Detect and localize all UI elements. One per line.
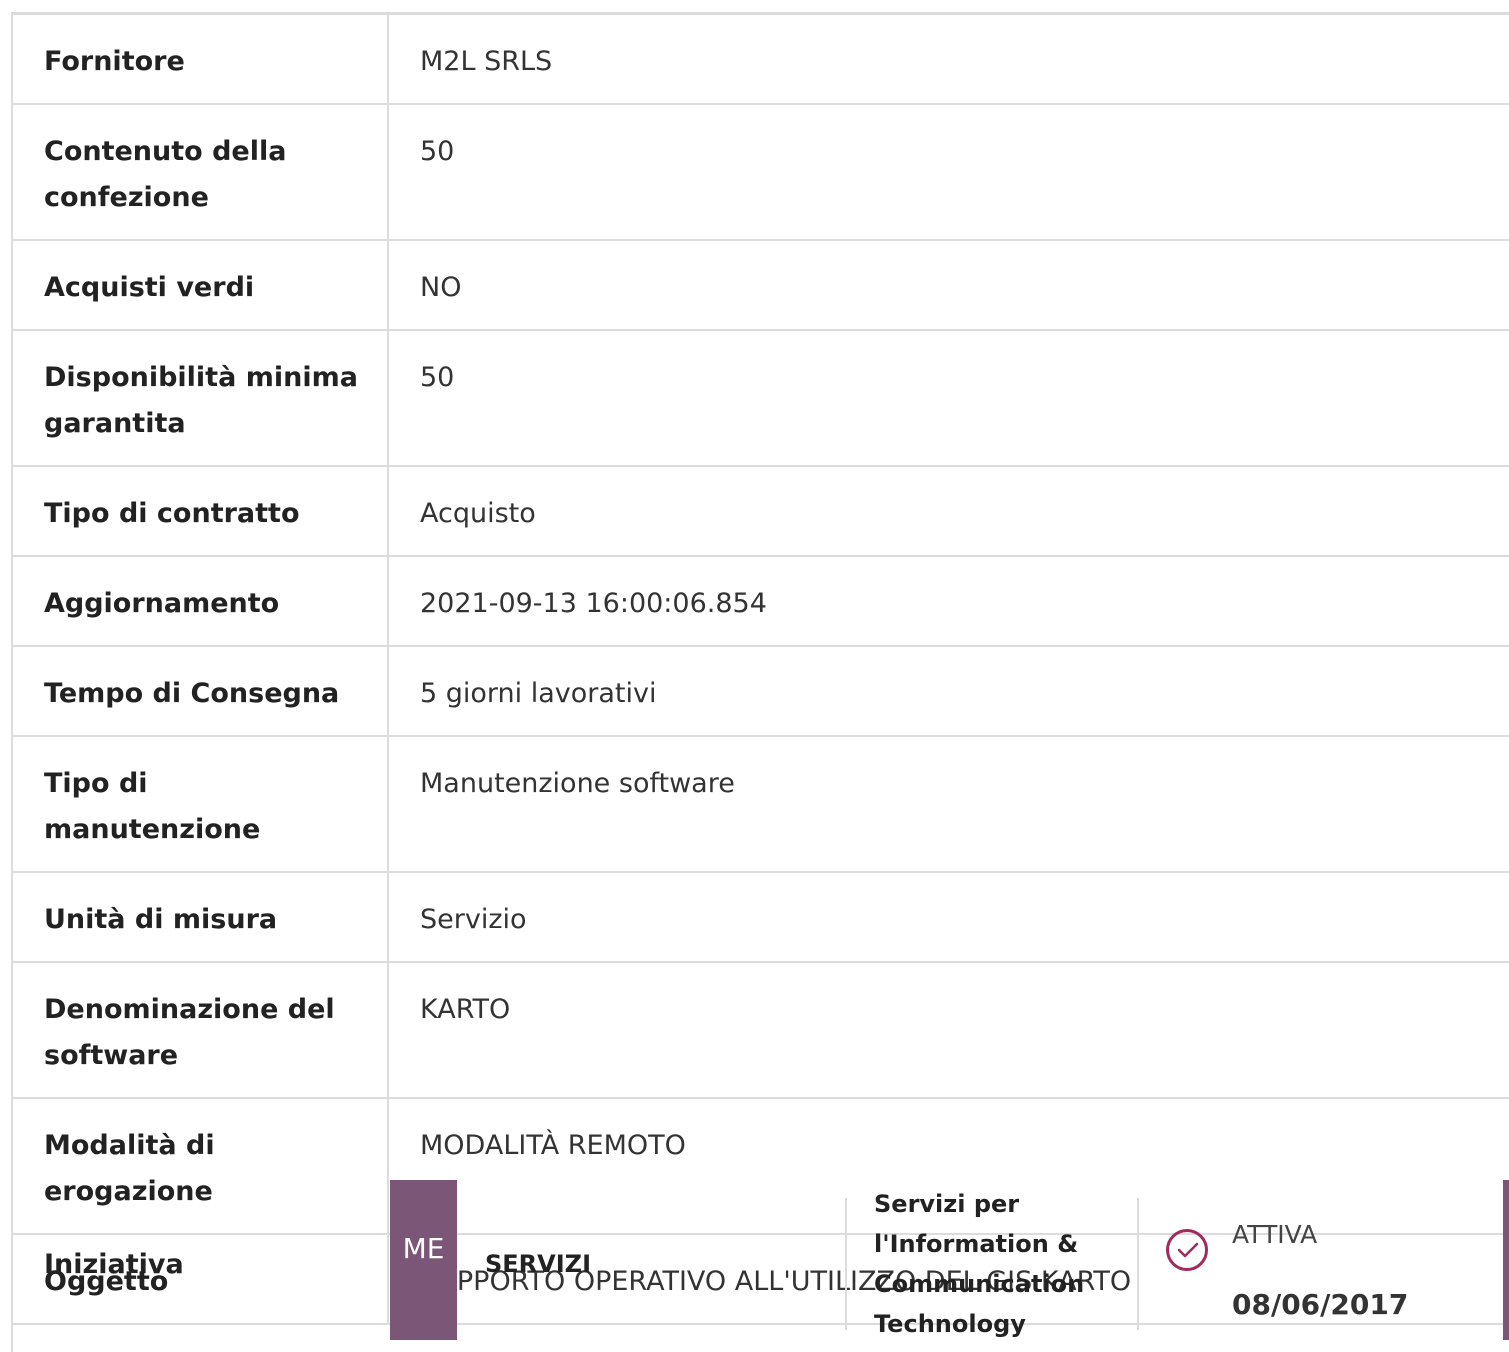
row-value-unita-misura: Servizio [388,872,1509,963]
table-row: Fornitore M2L SRLS [13,15,1509,105]
row-value-tempo-consegna: 5 giorni lavorativi [388,646,1509,737]
table-row: Tipo di manutenzione Manutenzione softwa… [13,736,1509,873]
table-row: Tipo di contratto Acquisto [13,466,1509,557]
initiative-row: Iniziativa ME SERVIZI Servizi per l'Info… [13,1180,1509,1340]
row-label-tempo-consegna: Tempo di Consegna [13,646,389,737]
row-label-tipo-contratto: Tipo di contratto [13,466,389,557]
row-label-contenuto: Contenuto della confezione [13,104,389,241]
table-row: Unità di misura Servizio [13,872,1509,963]
initiative-badge: ME [390,1180,457,1340]
table-row: Denominazione del software KARTO [13,962,1509,1099]
row-label-tipo-manutenzione: Tipo di manutenzione [13,736,389,873]
product-details-table: Fornitore M2L SRLS Contenuto della confe… [13,15,1509,1325]
row-value-aggiornamento: 2021-09-13 16:00:06.854 [388,556,1509,647]
initiative-type: SERVIZI [485,1250,591,1278]
row-value-acquisti-verdi: NO [388,240,1509,331]
row-value-tipo-manutenzione: Manutenzione software [388,736,1509,873]
table-row: Acquisti verdi NO [13,240,1509,331]
table-row: Disponibilità minima garantita 50 [13,330,1509,467]
divider [845,1198,847,1330]
initiative-category[interactable]: Servizi per l'Information & Communicatio… [874,1184,1114,1344]
row-label-acquisti-verdi: Acquisti verdi [13,240,389,331]
initiative-status: ATTIVA [1232,1220,1318,1249]
row-label-denominazione: Denominazione del software [13,962,389,1099]
row-label-unita-misura: Unità di misura [13,872,389,963]
row-value-fornitore: M2L SRLS [388,15,1509,105]
row-label-disponibilita: Disponibilità minima garantita [13,330,389,467]
row-value-tipo-contratto: Acquisto [388,466,1509,557]
row-label-aggiornamento: Aggiornamento [13,556,389,647]
check-circle-icon [1166,1229,1208,1271]
table-row: Contenuto della confezione 50 [13,104,1509,241]
table-row: Tempo di Consegna 5 giorni lavorativi [13,646,1509,737]
initiative-label: Iniziativa [44,1249,184,1280]
divider [1137,1198,1139,1330]
row-value-denominazione: KARTO [388,962,1509,1099]
row-value-disponibilita: 50 [388,330,1509,467]
row-value-contenuto: 50 [388,104,1509,241]
row-label-fornitore: Fornitore [13,15,389,105]
initiative-date: 08/06/2017 [1232,1288,1409,1321]
table-row: Aggiornamento 2021-09-13 16:00:06.854 [13,556,1509,647]
accent-bar [1503,1180,1509,1340]
